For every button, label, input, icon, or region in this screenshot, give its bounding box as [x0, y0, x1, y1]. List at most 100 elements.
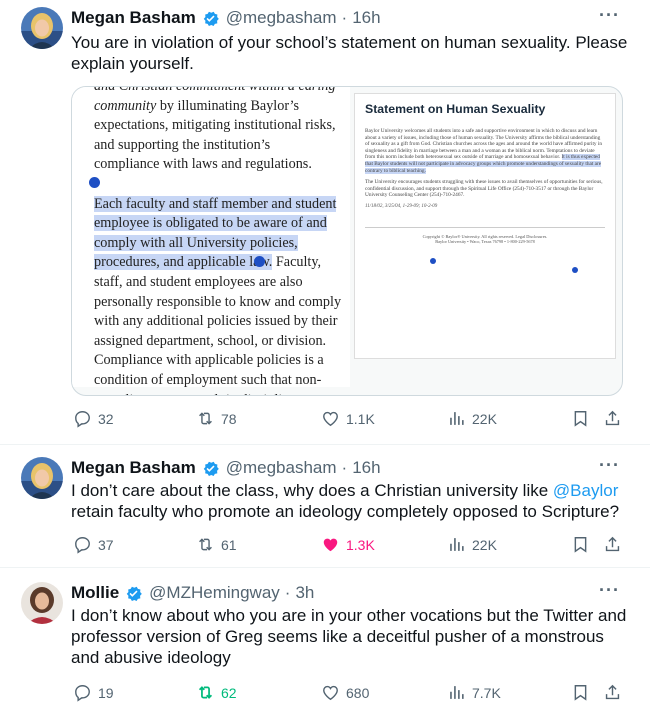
document-line: Each faculty and staff member and studen… — [94, 195, 350, 215]
author-handle[interactable]: @megbasham — [226, 458, 337, 478]
retweet-button[interactable]: 61 — [196, 535, 237, 554]
like-button[interactable]: 680 — [321, 683, 369, 702]
tweet-media-image[interactable]: and Christian commitment within a caring… — [71, 86, 623, 396]
like-count: 1.3K — [346, 536, 375, 553]
views-bar-chart-icon — [450, 538, 464, 551]
document-line: assigned department, school, or division… — [94, 332, 350, 352]
verified-badge-icon — [203, 461, 219, 476]
document-line: comply with all University policies, — [94, 234, 350, 254]
statement-title: Statement on Human Sexuality — [365, 102, 546, 116]
statement-paragraph-2: The University encourages students strug… — [365, 179, 603, 199]
document-line-text: assigned department, school, or division… — [94, 332, 327, 349]
reply-count: 37 — [98, 536, 114, 553]
like-button[interactable]: 1.1K — [321, 409, 375, 428]
separator-dot: · — [284, 583, 291, 602]
document-line: and supporting the institution’s — [94, 136, 350, 156]
more-options-icon[interactable]: ··· — [599, 580, 620, 601]
tweet-1[interactable]: Megan Basham @megbasham · 16h ··· You ar… — [0, 0, 650, 445]
document-line: procedures, and applicable law. Faculty, — [94, 253, 350, 273]
document-line-text: compliance may result in discipline, up … — [94, 392, 332, 396]
reply-button[interactable]: 32 — [73, 409, 114, 428]
retweet-button[interactable]: 62 — [196, 683, 237, 702]
tweet-2[interactable]: Megan Basham @megbasham · 16h ··· I don’… — [0, 445, 650, 568]
bookmark-button[interactable] — [571, 535, 596, 554]
tweet-timestamp[interactable]: 3h — [295, 583, 314, 603]
bookmark-button[interactable] — [571, 409, 596, 428]
tweet-text-part: retain faculty who promote an ideology c… — [71, 502, 620, 521]
share-icon — [605, 536, 620, 552]
reply-count: 32 — [98, 410, 114, 427]
avatar-mollie[interactable] — [21, 582, 63, 624]
share-button[interactable] — [603, 409, 628, 428]
selection-handle-dot-right-2 — [572, 267, 578, 273]
avatar-megan-basham[interactable] — [21, 457, 63, 499]
separator-dot: · — [341, 458, 348, 477]
author-name[interactable]: Megan Basham — [71, 8, 196, 28]
tweet-3[interactable]: Mollie @MZHemingway · 3h ··· I don’t kno… — [0, 568, 650, 714]
bookmark-button[interactable] — [571, 683, 596, 702]
reply-button[interactable]: 19 — [73, 683, 114, 702]
more-options-icon[interactable]: ··· — [599, 5, 620, 26]
document-line: staff, and student employees are also — [94, 273, 350, 293]
retweet-count: 61 — [221, 536, 237, 553]
avatar-megan-basham[interactable] — [21, 7, 63, 49]
retweet-count: 78 — [221, 410, 237, 427]
tweet-header: Megan Basham @megbasham · 16h — [71, 458, 381, 478]
document-line: compliance with laws and regulations. — [94, 155, 350, 175]
selection-handle-dot-right-1 — [430, 258, 436, 264]
tweet-text: I don’t care about the class, why does a… — [71, 480, 631, 522]
reply-icon — [75, 685, 90, 702]
document-line-text: staff, and student employees are also — [94, 273, 303, 290]
tweet-text: I don’t know about who you are in your o… — [71, 606, 627, 667]
views-bar-chart-icon — [450, 412, 464, 425]
document-line: compliance may result in discipline, up … — [94, 391, 350, 396]
more-options-icon[interactable]: ··· — [599, 455, 620, 476]
author-name[interactable]: Mollie — [71, 583, 119, 603]
statement-footer: Copyright © Baylor® University. All righ… — [365, 226, 605, 245]
share-button[interactable] — [603, 683, 628, 702]
author-name[interactable]: Megan Basham — [71, 458, 196, 478]
author-handle[interactable]: @MZHemingway — [149, 583, 280, 603]
document-line-tail: Faculty, — [272, 254, 322, 271]
document-line-text: personally responsible to know and compl… — [94, 293, 342, 310]
author-handle[interactable]: @megbasham — [226, 8, 337, 28]
document-line-text: community by illuminating Baylor’s — [94, 97, 300, 114]
verified-badge-icon — [126, 586, 142, 601]
document-line-text: and Christian commitment within a caring — [94, 86, 336, 94]
retweet-active-icon — [198, 686, 213, 699]
document-line-text: employee is obligated to be aware of and — [94, 215, 327, 232]
document-line: condition of employment such that non- — [94, 371, 350, 391]
views-bar-chart-icon — [450, 686, 464, 699]
document-line: Compliance with applicable policies is a — [94, 351, 350, 371]
tweet-header: Mollie @MZHemingway · 3h — [71, 583, 314, 603]
tweet-header: Megan Basham @megbasham · 16h — [71, 8, 381, 28]
statement-paragraph-1: Baylor University welcomes all students … — [365, 128, 605, 174]
document-line: employee is obligated to be aware of and — [94, 214, 350, 234]
views-count: 22K — [472, 410, 497, 427]
document-excerpt-left: and Christian commitment within a caring… — [72, 86, 350, 395]
views-button[interactable]: 22K — [447, 409, 497, 428]
views-button[interactable]: 7.7K — [447, 683, 501, 702]
mention-link[interactable]: @Baylor — [553, 481, 618, 500]
retweet-button[interactable]: 78 — [196, 409, 237, 428]
retweet-count: 62 — [221, 684, 237, 701]
heart-icon — [323, 411, 338, 427]
tweet-actions: 19 62 680 7.7K — [71, 683, 626, 705]
reply-button[interactable]: 37 — [73, 535, 114, 554]
like-count: 1.1K — [346, 410, 375, 427]
document-line-text: Compliance with applicable policies is a — [94, 352, 324, 369]
like-button[interactable]: 1.3K — [321, 535, 375, 554]
tweet-timestamp[interactable]: 16h — [352, 8, 380, 28]
document-line-text: procedures, and applicable law. — [94, 254, 273, 271]
document-line: expectations, mitigating institutional r… — [94, 116, 350, 136]
views-button[interactable]: 22K — [447, 535, 497, 554]
document-line-text: and supporting the institution’s — [94, 136, 271, 153]
reply-icon — [75, 537, 90, 554]
tweet-actions: 32 78 1.1K 22K — [71, 409, 626, 431]
separator-dot: · — [341, 8, 348, 27]
tweet-timestamp[interactable]: 16h — [352, 458, 380, 478]
document-excerpt-right: Statement on Human Sexuality Baylor Univ… — [354, 93, 616, 359]
views-count: 7.7K — [472, 684, 501, 701]
share-button[interactable] — [603, 535, 628, 554]
tweet-actions: 37 61 1.3K 22K — [71, 535, 626, 557]
